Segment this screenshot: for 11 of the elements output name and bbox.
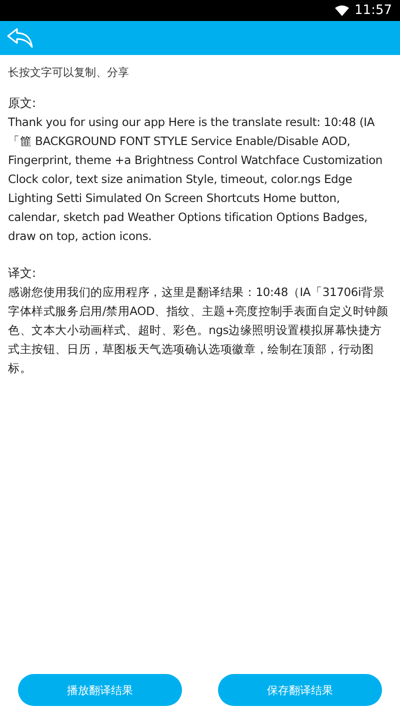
action-button[interactable]: 保存翻译结果 xyxy=(218,674,382,706)
section-text: Thank you for using our app Here is the translate result: 10:48 (IA「篚 BACKGROUND FONT STYLE Service Enable/Disable AOD, Fingerprint, theme +a Brightness Control Watchface Customization Clock color, text size animation Style, timeout, color.ngs Edge Lighting Setti Simulated On Screen Shortcuts Home button, calendar, sketch pad Weather Options tification Options Badges, draw on top, action icons. xyxy=(8,114,384,245)
section-label: 译文: xyxy=(8,265,38,282)
clock-time: 11:57 xyxy=(354,3,392,18)
back-arrow-icon xyxy=(6,27,34,49)
wifi-icon xyxy=(334,5,349,16)
action-button[interactable]: 播放翻译结果 xyxy=(18,674,182,706)
back-button[interactable] xyxy=(6,27,34,49)
section-label: 原文: xyxy=(8,95,38,112)
section-text: 感谢您使用我们的应用程序，这里是翻译结果：10:48（IA「31706i背景字体样式服务启用/禁用AOD、指纹、主题+亮度控制手表面自定义时钟颜色、文本大小动画样式、超时、彩色。ngs边缘照明设置模拟屏幕快捷方式主按钮、日历，草图板天气选项确认选项徽章，绘制在顶部，行动图标。 xyxy=(8,284,390,377)
hint-text: 长按文字可以复制、分享 xyxy=(8,65,130,80)
